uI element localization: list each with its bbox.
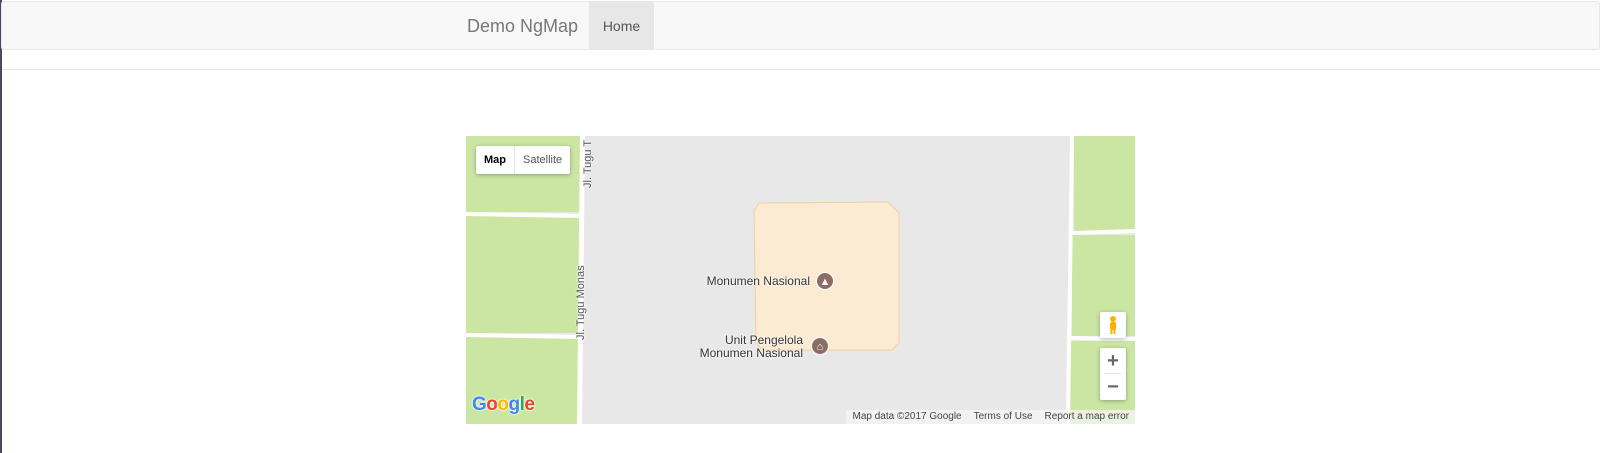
google-logo[interactable]: Google (472, 394, 535, 416)
pegman-icon (1110, 316, 1116, 334)
road-label-tugu-monas: Jl. Tugu Monas (575, 265, 587, 340)
monument-icon[interactable]: ▲ (816, 272, 834, 290)
poi-label-unit-pengelola[interactable]: Unit Pengelola Monumen Nasional (700, 334, 803, 360)
window-edge (0, 0, 2, 453)
zoom-divider (1104, 373, 1122, 374)
map-canvas[interactable]: Map Satellite Jl. Tugu Monas Jl. Tugu T … (466, 136, 1135, 424)
museum-icon[interactable]: ⌂ (811, 337, 829, 355)
zoom-in-button[interactable]: + (1100, 348, 1126, 374)
nav-item-home[interactable]: Home (589, 2, 654, 49)
map-type-map-button[interactable]: Map (476, 146, 515, 174)
map-data-attribution: Map data ©2017 Google (852, 411, 962, 422)
divider (2, 69, 1600, 70)
zoom-out-button[interactable]: − (1100, 374, 1126, 400)
brand-link[interactable]: Demo NgMap (467, 2, 578, 49)
road-label-tugu: Jl. Tugu T (582, 139, 594, 188)
navbar: Demo NgMap Home (1, 1, 1600, 50)
map-footer: Map data ©2017 Google Terms of Use Repor… (846, 410, 1135, 424)
street-view-pegman[interactable] (1100, 312, 1126, 338)
map-type-control: Map Satellite (476, 146, 571, 174)
poi-label-monumen-nasional[interactable]: Monumen Nasional (707, 275, 810, 288)
zoom-control: + − (1100, 348, 1126, 400)
report-map-error-link[interactable]: Report a map error (1039, 410, 1135, 424)
map-type-satellite-button[interactable]: Satellite (515, 146, 570, 174)
terms-of-use-link[interactable]: Terms of Use (968, 410, 1039, 424)
